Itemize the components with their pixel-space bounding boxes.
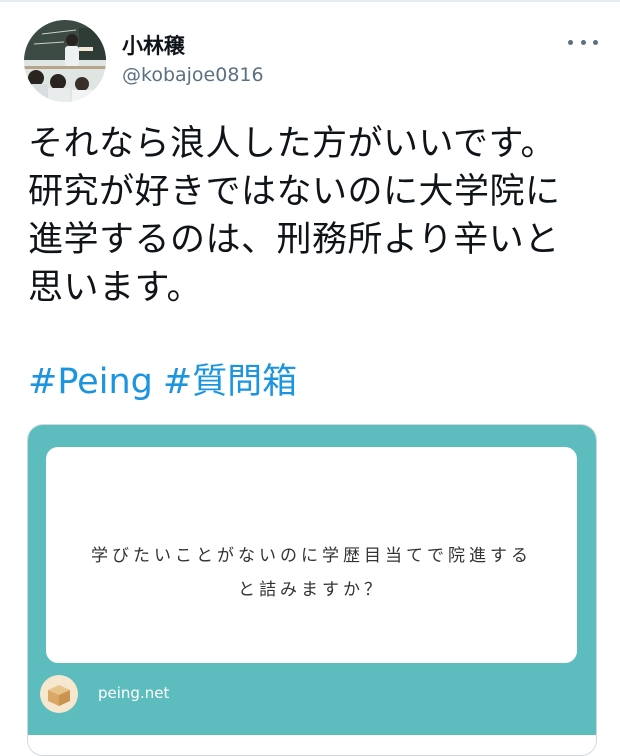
user-handle[interactable]: @kobajoe0816 — [122, 64, 264, 86]
dot — [593, 39, 598, 45]
tweet-line: それなら浪人した方がいいです。 — [28, 124, 556, 164]
hashtag-link[interactable]: #Peing — [28, 362, 153, 402]
more-options-icon[interactable] — [568, 32, 598, 52]
card-footer — [28, 735, 596, 755]
avatar-photo — [24, 20, 106, 102]
question-panel: 学びたいことがないのに学歴目当てで院進する と詰みますか？ — [46, 447, 577, 663]
dot — [568, 39, 573, 45]
link-card[interactable]: 学びたいことがないのに学歴目当てで院進する と詰みますか？ peing.net — [27, 424, 597, 756]
display-name[interactable]: 小林穣 — [122, 30, 185, 60]
card-site-domain: peing.net — [98, 684, 170, 702]
tweet-line: 思います。 — [28, 268, 203, 308]
question-line: 学びたいことがないのに学歴目当てで院進する — [91, 546, 532, 566]
tweet-text: それなら浪人した方がいいです。 研究が好きではないのに大学院に 進学するのは、刑… — [28, 120, 598, 312]
hashtags: #Peing #質問箱 — [28, 358, 307, 406]
top-divider — [0, 0, 620, 2]
dot — [580, 39, 586, 45]
tweet-line: 研究が好きではないのに大学院に — [28, 172, 561, 212]
hashtag-link[interactable]: #質問箱 — [163, 362, 297, 402]
question-text: 学びたいことがないのに学歴目当てで院進する と詰みますか？ — [46, 539, 577, 607]
avatar[interactable] — [24, 20, 106, 102]
tweet-line: 進学するのは、刑務所より辛いと — [28, 220, 560, 260]
box-icon — [40, 675, 78, 713]
question-line: と詰みますか？ — [238, 580, 385, 600]
